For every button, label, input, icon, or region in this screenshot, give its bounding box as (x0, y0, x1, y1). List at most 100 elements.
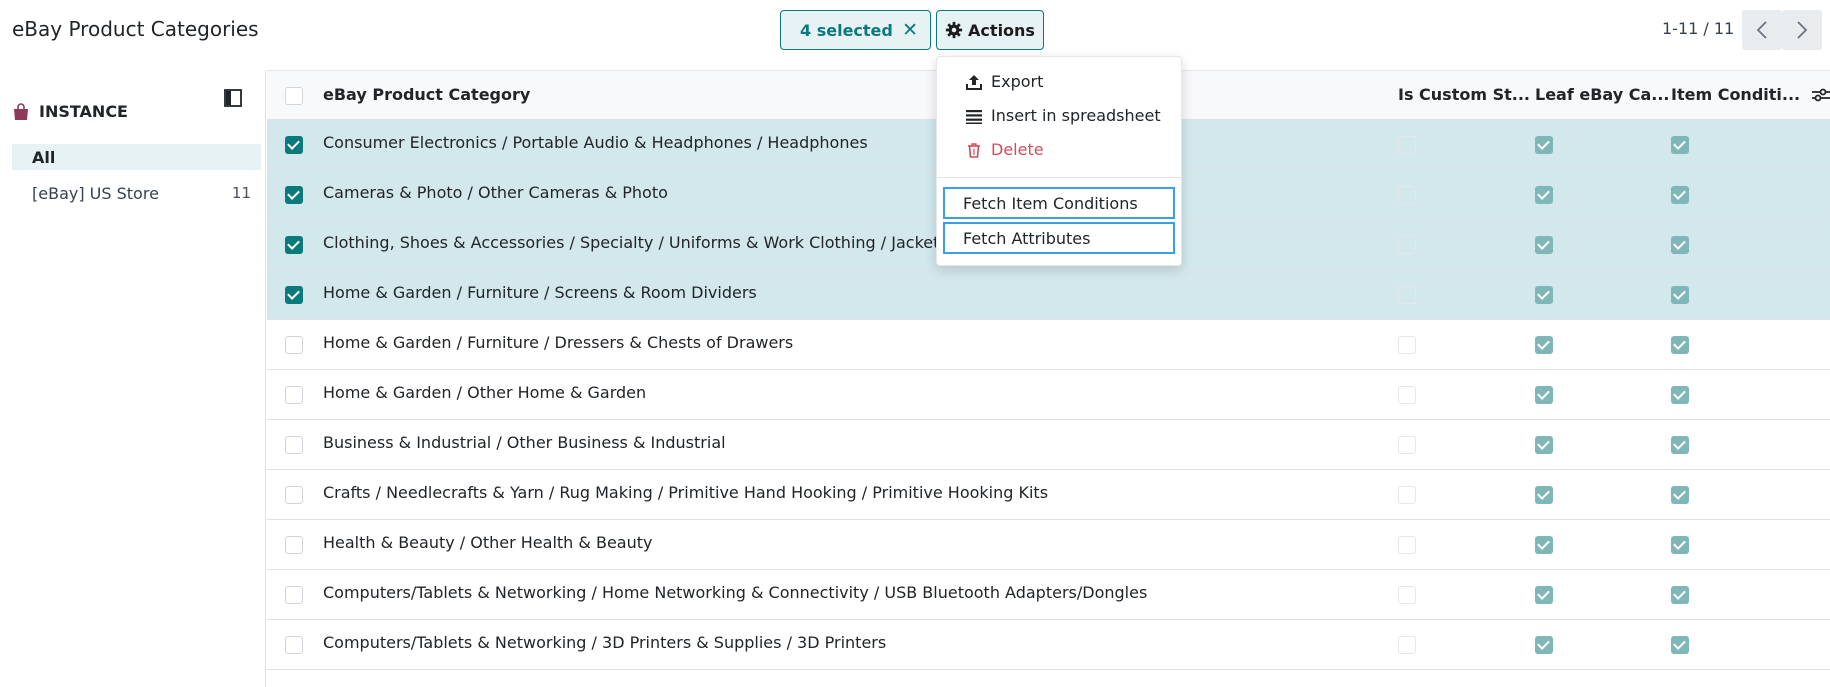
row-select-checkbox[interactable] (285, 486, 303, 504)
row-select-checkbox[interactable] (285, 336, 303, 354)
table-row[interactable]: Business & Industrial / Other Business &… (267, 420, 1830, 470)
category-name-cell: Crafts / Needlecrafts & Yarn / Rug Makin… (323, 483, 1049, 502)
actions-button[interactable]: Actions (936, 10, 1044, 50)
leaf-category-checkbox (1535, 436, 1553, 454)
leaf-category-checkbox (1535, 186, 1553, 204)
clear-selection-icon[interactable]: ✕ (902, 19, 918, 41)
menu-item-label: Fetch Item Conditions (963, 193, 1138, 213)
menu-item-fetch-attributes[interactable]: Fetch Attributes (943, 222, 1175, 254)
pager-next-button[interactable] (1782, 10, 1822, 50)
row-select-checkbox[interactable] (285, 586, 303, 604)
item-condition-checkbox (1671, 236, 1689, 254)
actions-label: Actions (968, 20, 1035, 40)
leaf-category-checkbox (1535, 286, 1553, 304)
is-custom-store-checkbox (1398, 436, 1416, 454)
menu-item-fetch-item-conditions[interactable]: Fetch Item Conditions (943, 187, 1175, 219)
row-select-checkbox[interactable] (285, 386, 303, 404)
category-name-cell: Cameras & Photo / Other Cameras & Photo (323, 183, 668, 202)
is-custom-store-checkbox (1398, 136, 1416, 154)
item-condition-checkbox (1671, 336, 1689, 354)
select-all-checkbox[interactable] (285, 87, 303, 105)
instance-section-title: INSTANCE (39, 102, 128, 121)
item-condition-checkbox (1671, 636, 1689, 654)
row-select-checkbox[interactable] (285, 436, 303, 454)
menu-item-insert-spreadsheet[interactable]: Insert in spreadsheet (965, 106, 1161, 125)
sidebar-item-us-store[interactable]: [eBay] US Store 11 (12, 180, 261, 206)
table-row[interactable]: Home & Garden / Furniture / Screens & Ro… (267, 270, 1830, 320)
is-custom-store-checkbox (1398, 536, 1416, 554)
item-condition-checkbox (1671, 436, 1689, 454)
leaf-category-checkbox (1535, 136, 1553, 154)
leaf-category-checkbox (1535, 236, 1553, 254)
leaf-category-checkbox (1535, 386, 1553, 404)
instance-section-header: INSTANCE (12, 102, 128, 121)
item-condition-checkbox (1671, 186, 1689, 204)
page-title: eBay Product Categories (12, 17, 259, 41)
item-condition-checkbox (1671, 136, 1689, 154)
selection-badge[interactable]: 4 selected ✕ (780, 10, 931, 50)
list-lines-icon (966, 109, 982, 124)
row-select-checkbox[interactable] (285, 636, 303, 654)
menu-item-label: Insert in spreadsheet (991, 106, 1161, 125)
table-row[interactable]: Computers/Tablets & Networking / Home Ne… (267, 570, 1830, 620)
shopping-bag-icon (14, 102, 28, 120)
collapse-panel-icon[interactable] (224, 89, 242, 107)
is-custom-store-checkbox (1398, 236, 1416, 254)
table-row[interactable]: Computers/Tablets & Networking / 3D Prin… (267, 620, 1830, 670)
leaf-category-checkbox (1535, 486, 1553, 504)
row-select-checkbox[interactable] (285, 186, 303, 204)
is-custom-store-checkbox (1398, 386, 1416, 404)
trash-icon (968, 142, 980, 158)
category-name-cell: Home & Garden / Furniture / Dressers & C… (323, 333, 794, 352)
row-select-checkbox[interactable] (285, 136, 303, 154)
category-name-cell: Clothing, Shoes & Accessories / Specialt… (323, 233, 948, 252)
is-custom-store-checkbox (1398, 286, 1416, 304)
menu-item-export[interactable]: Export (965, 72, 1043, 91)
upload-icon (966, 74, 982, 90)
is-custom-store-checkbox (1398, 186, 1416, 204)
category-name-cell: Home & Garden / Other Home & Garden (323, 383, 647, 402)
chevron-left-icon (1756, 21, 1767, 39)
leaf-category-checkbox (1535, 636, 1553, 654)
is-custom-store-checkbox (1398, 486, 1416, 504)
row-select-checkbox[interactable] (285, 236, 303, 254)
is-custom-store-checkbox (1398, 636, 1416, 654)
sidebar-item-label: All (32, 147, 56, 167)
item-condition-checkbox (1671, 586, 1689, 604)
column-header-category[interactable]: eBay Product Category (323, 85, 530, 104)
menu-item-delete[interactable]: Delete (965, 140, 1044, 159)
sidebar-item-count: 11 (231, 184, 251, 202)
row-select-checkbox[interactable] (285, 536, 303, 554)
pager-previous-button[interactable] (1742, 10, 1782, 50)
menu-item-label: Fetch Attributes (963, 228, 1091, 248)
table-row[interactable]: Crafts / Needlecrafts & Yarn / Rug Makin… (267, 470, 1830, 520)
table-row[interactable]: Health & Beauty / Other Health & Beauty (267, 520, 1830, 570)
is-custom-store-checkbox (1398, 336, 1416, 354)
category-name-cell: Home & Garden / Furniture / Screens & Ro… (323, 283, 757, 302)
menu-item-label: Export (991, 72, 1044, 91)
control-panel: eBay Product Categories 4 selected ✕ Act… (0, 0, 1830, 60)
sidebar-item-all[interactable]: All (12, 144, 261, 170)
category-name-cell: Computers/Tablets & Networking / 3D Prin… (323, 633, 887, 652)
item-condition-checkbox (1671, 536, 1689, 554)
category-name-cell: Business & Industrial / Other Business &… (323, 433, 726, 452)
is-custom-store-checkbox (1398, 586, 1416, 604)
column-header-leaf[interactable]: Leaf eBay Ca... (1535, 85, 1670, 104)
menu-divider (937, 177, 1181, 178)
gear-icon (945, 21, 963, 39)
leaf-category-checkbox (1535, 336, 1553, 354)
pager-value[interactable]: 1-11 / 11 (1662, 19, 1734, 38)
table-row[interactable]: Home & Garden / Other Home & Garden (267, 370, 1830, 420)
category-name-cell: Consumer Electronics / Portable Audio & … (323, 133, 868, 152)
leaf-category-checkbox (1535, 586, 1553, 604)
selected-count-label: 4 selected (800, 20, 893, 40)
category-name-cell: Computers/Tablets & Networking / Home Ne… (323, 583, 1148, 602)
optional-columns-icon[interactable] (1810, 85, 1830, 105)
column-header-custom-store[interactable]: Is Custom St... (1398, 85, 1530, 104)
sidebar-item-label: [eBay] US Store (32, 183, 159, 203)
item-condition-checkbox (1671, 386, 1689, 404)
table-row[interactable]: Home & Garden / Furniture / Dressers & C… (267, 320, 1830, 370)
row-select-checkbox[interactable] (285, 286, 303, 304)
chevron-right-icon (1797, 21, 1808, 39)
column-header-item-condition[interactable]: Item Conditi... (1671, 85, 1800, 104)
